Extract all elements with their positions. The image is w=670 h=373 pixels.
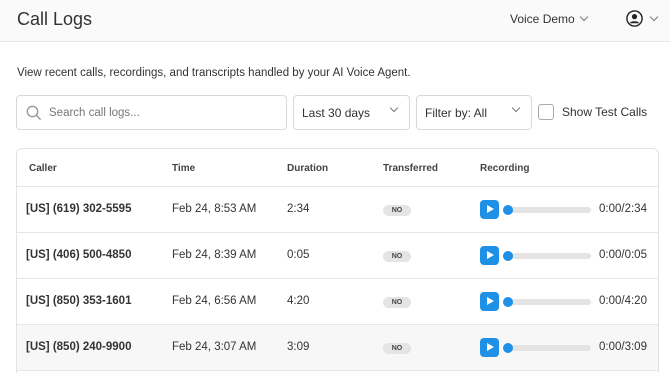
playback-time: 0:00/3:09 xyxy=(599,341,647,353)
column-header-recording[interactable]: Recording xyxy=(480,163,529,174)
table-row[interactable]: [US] (850) 240-9900 Feb 24, 3:07 AM 3:09… xyxy=(17,325,658,371)
transferred-badge: NO xyxy=(383,343,411,354)
playback-progress-bar[interactable] xyxy=(503,343,591,353)
playback-position: 0:00 xyxy=(599,341,622,353)
play-icon[interactable] xyxy=(480,200,499,219)
transferred-badge: NO xyxy=(383,205,411,216)
user-account-icon xyxy=(626,10,643,27)
workspace-selector[interactable]: Voice Demo xyxy=(510,12,588,26)
call-log-table: Caller Time Duration Transferred Recordi… xyxy=(16,148,659,373)
column-header-caller[interactable]: Caller xyxy=(29,163,57,174)
page-title: Call Logs xyxy=(17,9,93,29)
playback-progress-bar[interactable] xyxy=(503,205,591,215)
play-icon[interactable] xyxy=(480,338,499,357)
call-duration: 4:20 xyxy=(287,295,310,307)
search-box[interactable] xyxy=(16,95,287,130)
date-range-select[interactable]: Last 30 days xyxy=(293,95,410,130)
playback-total: /0:05 xyxy=(621,249,647,261)
table-row[interactable]: [US] (406) 500-4850 Feb 24, 8:39 AM 0:05… xyxy=(17,233,658,279)
page-description: View recent calls, recordings, and trans… xyxy=(17,67,411,79)
search-input[interactable] xyxy=(49,96,279,129)
playback-scrubber-handle[interactable] xyxy=(503,205,513,215)
call-duration: 3:09 xyxy=(287,341,310,353)
caller-number: [US] (619) 302-5595 xyxy=(26,203,132,215)
caller-number: [US] (850) 353-1601 xyxy=(26,295,132,307)
chevron-down-icon xyxy=(649,12,659,21)
user-menu[interactable] xyxy=(626,10,659,27)
playback-position: 0:00 xyxy=(599,249,622,261)
playback-time: 0:00/0:05 xyxy=(599,249,647,261)
playback-total: /4:20 xyxy=(621,295,647,307)
table-row[interactable]: [US] (850) 353-1601 Feb 24, 6:56 AM 4:20… xyxy=(17,279,658,325)
call-duration: 0:05 xyxy=(287,249,310,261)
play-icon[interactable] xyxy=(480,292,499,311)
caller-number: [US] (850) 240-9900 xyxy=(26,341,132,353)
call-time: Feb 24, 8:39 AM xyxy=(172,249,257,261)
playback-total: /3:09 xyxy=(621,341,647,353)
date-range-value: Last 30 days xyxy=(302,105,371,120)
call-time: Feb 24, 3:07 AM xyxy=(172,341,257,353)
playback-scrubber-handle[interactable] xyxy=(503,343,513,353)
show-test-calls-toggle[interactable]: Show Test Calls xyxy=(538,104,647,120)
call-time: Feb 24, 6:56 AM xyxy=(172,295,257,307)
filter-value: Filter by: All xyxy=(425,105,488,120)
column-header-transferred[interactable]: Transferred xyxy=(383,163,438,174)
playback-time: 0:00/4:20 xyxy=(599,295,647,307)
playback-progress-bar[interactable] xyxy=(503,297,591,307)
top-bar: Call Logs Voice Demo xyxy=(0,0,670,42)
play-icon[interactable] xyxy=(480,246,499,265)
column-header-duration[interactable]: Duration xyxy=(287,163,328,174)
playback-time: 0:00/2:34 xyxy=(599,203,647,215)
table-row[interactable]: [US] (619) 302-5595 Feb 24, 8:53 AM 2:34… xyxy=(17,187,658,233)
call-time: Feb 24, 8:53 AM xyxy=(172,203,257,215)
table-header: Caller Time Duration Transferred Recordi… xyxy=(17,149,658,187)
filter-select[interactable]: Filter by: All xyxy=(416,95,532,130)
transferred-badge: NO xyxy=(383,297,411,308)
playback-total: /2:34 xyxy=(621,203,647,215)
playback-scrubber-handle[interactable] xyxy=(503,297,513,307)
playback-position: 0:00 xyxy=(599,295,622,307)
playback-progress-bar[interactable] xyxy=(503,251,591,261)
chevron-down-icon xyxy=(511,103,521,113)
show-test-calls-label: Show Test Calls xyxy=(562,105,648,119)
call-duration: 2:34 xyxy=(287,203,310,215)
show-test-calls-checkbox[interactable] xyxy=(538,104,554,120)
chevron-down-icon xyxy=(579,12,588,22)
transferred-badge: NO xyxy=(383,251,411,262)
playback-position: 0:00 xyxy=(599,203,622,215)
search-icon xyxy=(26,105,42,121)
caller-number: [US] (406) 500-4850 xyxy=(26,249,132,261)
playback-scrubber-handle[interactable] xyxy=(503,251,513,261)
chevron-down-icon xyxy=(389,103,399,113)
workspace-name: Voice Demo xyxy=(510,12,575,26)
column-header-time[interactable]: Time xyxy=(172,163,195,174)
